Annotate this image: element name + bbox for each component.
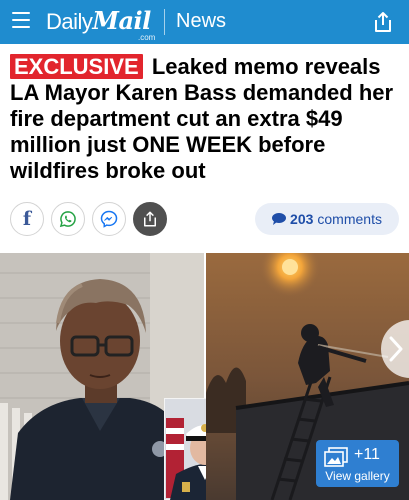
comments-count: 203 [290,211,314,227]
exclusive-badge: EXCLUSIVE [10,54,143,79]
comments-label: comments [317,211,382,227]
logo-com-text: .com [138,33,156,42]
site-logo[interactable]: DailyMail .com [46,6,155,42]
header-divider [164,9,165,35]
section-title[interactable]: News [176,10,226,33]
whatsapp-icon [59,211,76,228]
logo-mail-text: Mail [92,6,151,35]
logo-daily-text: Daily [46,9,93,34]
article-headline: EXCLUSIVE Leaked memo reveals LA Mayor K… [10,54,402,184]
comments-button[interactable]: 203 comments [255,203,399,235]
messenger-share-button[interactable] [92,202,126,236]
menu-icon[interactable] [12,12,30,30]
gallery-count: +11 [354,446,380,463]
messenger-icon [100,210,118,228]
speech-bubble-icon [272,213,287,225]
chevron-right-icon [389,336,403,362]
facebook-icon: f [22,207,32,230]
share-icon [144,211,156,227]
view-gallery-button[interactable]: +11 View gallery [316,440,399,487]
facebook-share-button[interactable]: f [10,202,44,236]
gallery-icon [324,447,348,467]
social-share-row: f [10,202,167,238]
top-bar: DailyMail .com News [0,0,409,44]
gallery-label: View gallery [325,469,390,483]
whatsapp-share-button[interactable] [51,202,85,236]
share-icon[interactable] [371,10,395,34]
more-share-button[interactable] [133,202,167,236]
